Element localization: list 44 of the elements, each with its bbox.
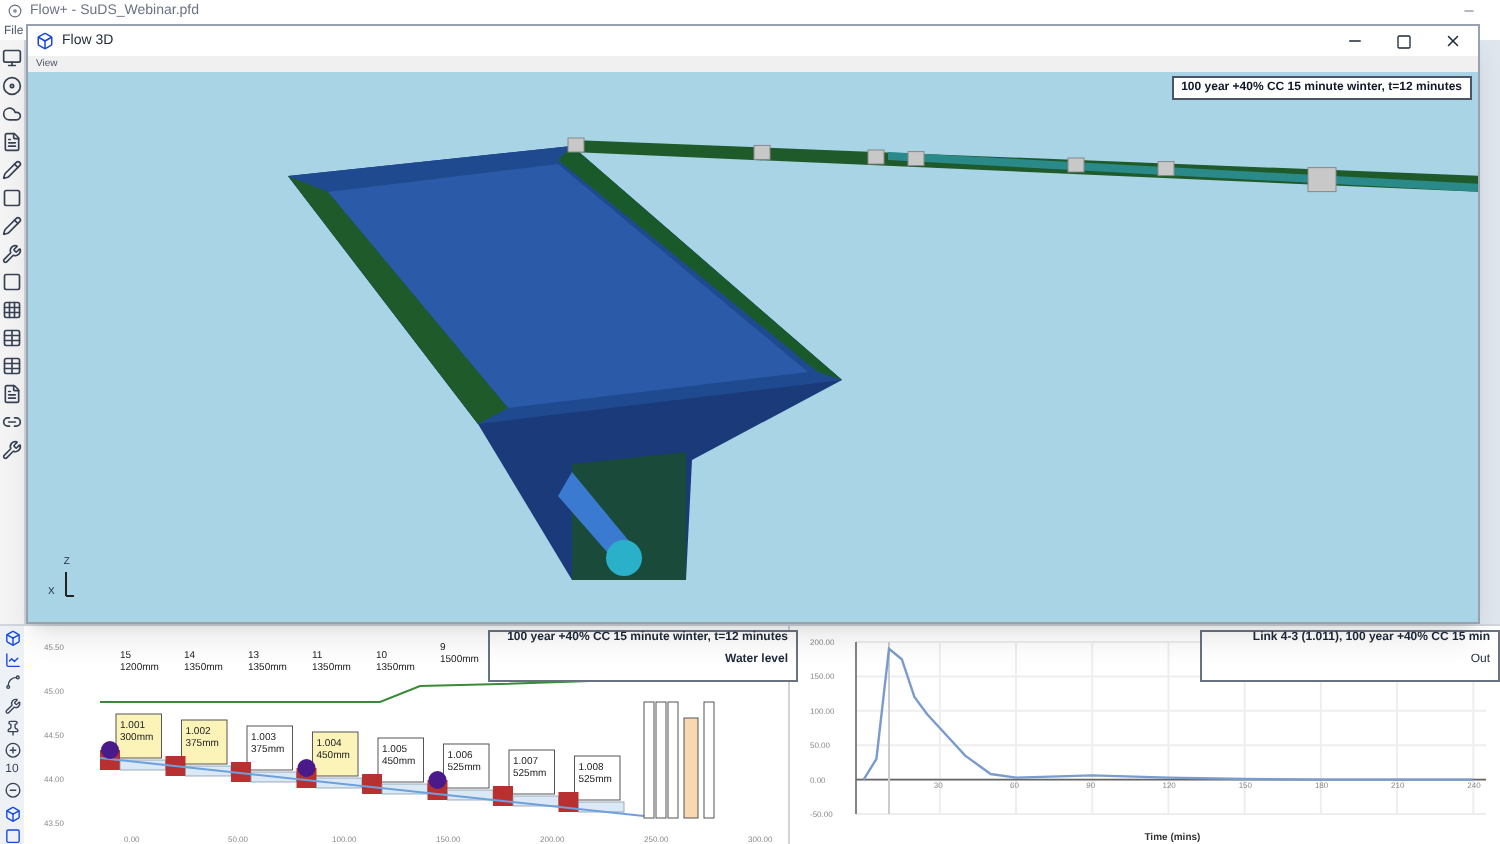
- zoom-out-icon[interactable]: [3, 782, 21, 800]
- grid-icon[interactable]: [2, 300, 22, 320]
- link-icon[interactable]: [2, 412, 22, 432]
- table-icon[interactable]: [2, 328, 22, 348]
- pipe-flow: [119, 759, 166, 771]
- pin-icon[interactable]: [3, 719, 21, 737]
- pipe-flow: [512, 795, 559, 807]
- zoom-in-icon[interactable]: [3, 742, 21, 759]
- node-marker: [101, 741, 119, 759]
- pencil-icon[interactable]: [2, 216, 22, 236]
- cloud-icon[interactable]: [2, 104, 22, 124]
- document-icon[interactable]: [2, 384, 22, 404]
- node-marker: [428, 771, 447, 789]
- pipe-flow: [316, 777, 363, 789]
- pipe-flow: [578, 801, 625, 813]
- app-logo-icon: [8, 4, 22, 18]
- chart-icon[interactable]: [3, 652, 21, 669]
- pipe-flow: [185, 765, 232, 777]
- square-icon[interactable]: [2, 272, 22, 292]
- cube-icon: [36, 32, 54, 50]
- wrench-icon[interactable]: [2, 244, 22, 264]
- square-icon[interactable]: [2, 188, 22, 208]
- manhole-block: [493, 786, 513, 806]
- document-icon[interactable]: [2, 132, 22, 152]
- box-icon[interactable]: [3, 805, 21, 822]
- manhole-shaft: [703, 701, 715, 819]
- pipe-flow: [381, 783, 428, 795]
- pipe-flow: [250, 771, 297, 783]
- pipe-flow: [447, 789, 494, 801]
- manhole-block: [231, 762, 251, 782]
- pencil-icon[interactable]: [2, 160, 22, 180]
- monitor-icon[interactable]: [2, 48, 22, 68]
- node-marker: [297, 759, 316, 777]
- maximize-icon[interactable]: [1396, 33, 1412, 49]
- manhole-block: [362, 774, 382, 794]
- wrench-icon[interactable]: [2, 440, 22, 460]
- storage-tank: [683, 717, 699, 819]
- close-icon[interactable]: [1444, 32, 1462, 50]
- square-icon[interactable]: [3, 827, 21, 844]
- wrench-icon[interactable]: [3, 697, 21, 714]
- box-icon[interactable]: [3, 630, 21, 647]
- table-icon[interactable]: [2, 356, 22, 376]
- curve-icon[interactable]: [3, 674, 21, 692]
- disc-icon[interactable]: [2, 76, 22, 96]
